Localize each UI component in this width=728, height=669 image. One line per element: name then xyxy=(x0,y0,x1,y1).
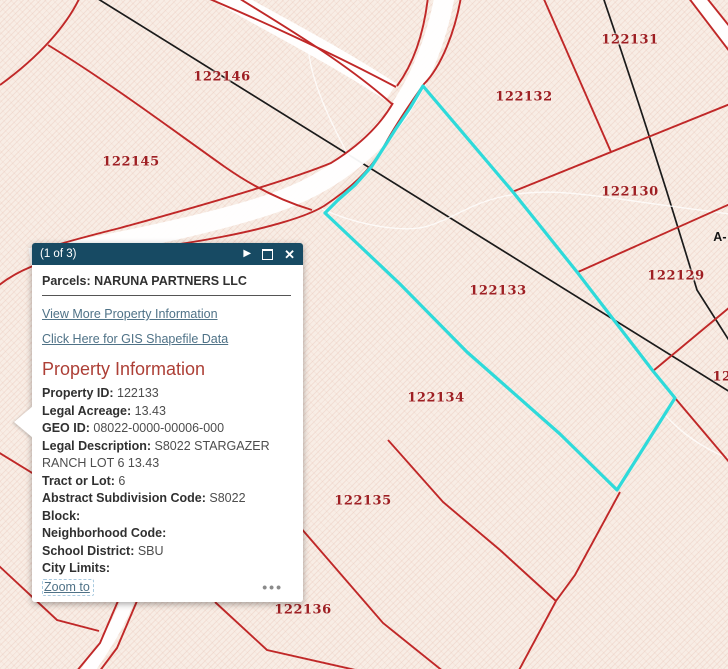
popup-pager: (1 of 3) xyxy=(40,248,76,260)
field-row: Abstract Subdivision Code: S8022 xyxy=(42,490,291,508)
field-label: Legal Description: xyxy=(42,439,151,453)
field-value: S8022 xyxy=(206,491,246,505)
title-separator xyxy=(42,295,291,296)
field-value: 13.43 xyxy=(131,404,166,418)
field-value: 08022-0000-00006-000 xyxy=(90,421,224,435)
field-label: City Limits: xyxy=(42,561,110,575)
field-row: Tract or Lot: 6 xyxy=(42,473,291,491)
field-label: School District: xyxy=(42,544,134,558)
next-feature-icon[interactable]: ▶ xyxy=(243,249,251,259)
popup-titlebar: (1 of 3) ▶ ✕ xyxy=(32,243,303,265)
zoom-to-link[interactable]: Zoom to xyxy=(42,579,94,596)
close-icon[interactable]: ✕ xyxy=(284,248,295,261)
field-value: 122133 xyxy=(114,386,159,400)
popup-title: Parcels: NARUNA PARTNERS LLC xyxy=(42,274,291,289)
field-label: Tract or Lot: xyxy=(42,474,115,488)
field-row: Legal Description: S8022 STARGAZER RANCH… xyxy=(42,438,291,473)
property-link[interactable]: Click Here for GIS Shapefile Data xyxy=(42,332,228,346)
field-value: 6 xyxy=(115,474,125,488)
field-row: GEO ID: 08022-0000-00006-000 xyxy=(42,420,291,438)
field-label: Property ID: xyxy=(42,386,114,400)
field-row: City Limits: xyxy=(42,560,291,578)
property-fields: Property ID: 122133Legal Acreage: 13.43G… xyxy=(42,385,291,578)
identify-popup: (1 of 3) ▶ ✕ Parcels: NARUNA PARTNERS LL… xyxy=(32,243,303,602)
field-row: Neighborhood Code: xyxy=(42,525,291,543)
field-label: Block: xyxy=(42,509,80,523)
field-label: Neighborhood Code: xyxy=(42,526,166,540)
field-row: Property ID: 122133 xyxy=(42,385,291,403)
parcel-map[interactable]: 122146122145122131122132122130A-12212912… xyxy=(0,0,728,669)
field-row: School District: SBU xyxy=(42,543,291,561)
field-value: SBU xyxy=(134,544,163,558)
maximize-icon[interactable] xyxy=(262,249,273,260)
field-label: GEO ID: xyxy=(42,421,90,435)
field-row: Legal Acreage: 13.43 xyxy=(42,403,291,421)
more-options-icon[interactable]: ••• xyxy=(262,579,283,595)
section-heading: Property Information xyxy=(42,358,291,380)
popup-body: Parcels: NARUNA PARTNERS LLC View More P… xyxy=(32,265,303,602)
property-link[interactable]: View More Property Information xyxy=(42,307,218,321)
field-label: Abstract Subdivision Code: xyxy=(42,491,206,505)
popup-callout-pointer xyxy=(14,406,33,438)
field-row: Block: xyxy=(42,508,291,526)
field-label: Legal Acreage: xyxy=(42,404,131,418)
popup-links: View More Property Information Click Here… xyxy=(42,307,291,346)
